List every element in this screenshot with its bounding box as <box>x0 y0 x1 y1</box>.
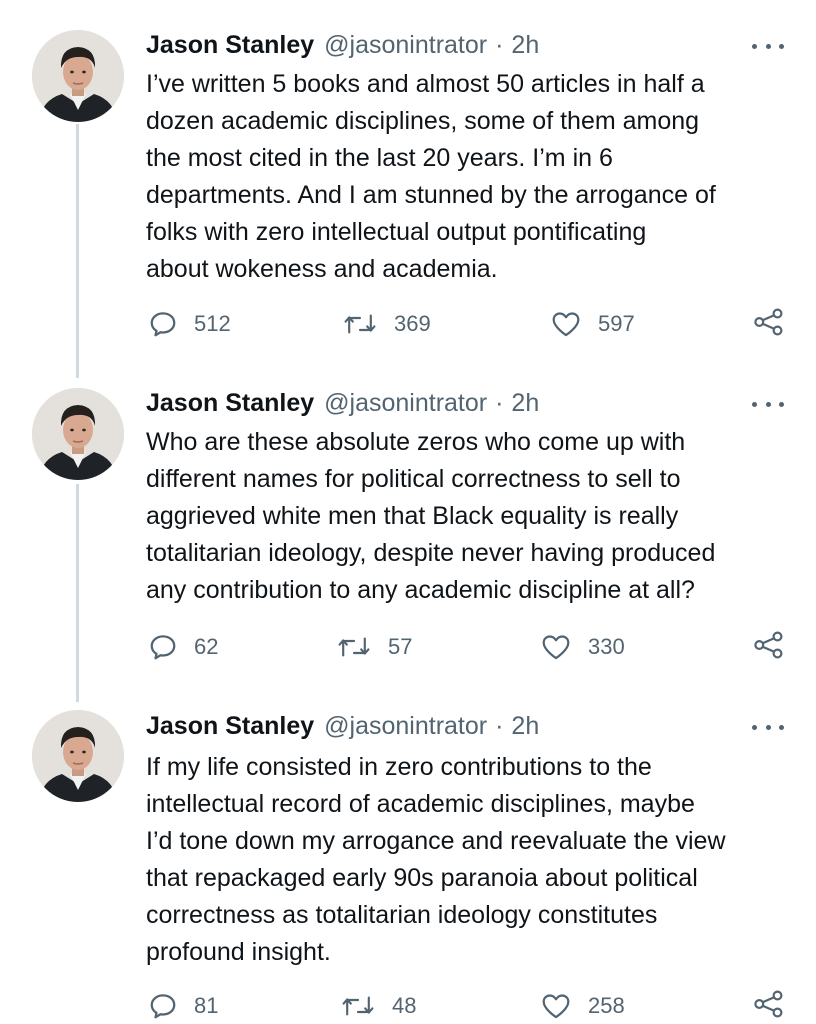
like-button[interactable]: 258 <box>540 988 625 1024</box>
tweet-actions: 512 369 597 <box>146 306 796 342</box>
avatar[interactable] <box>32 710 124 802</box>
retweet-icon <box>340 991 376 1021</box>
retweet-count: 57 <box>388 634 413 659</box>
like-button[interactable]: 597 <box>550 306 635 342</box>
thread-connector <box>76 124 79 378</box>
share-icon <box>752 307 786 342</box>
tweet-text: Who are these absolute zeros who come up… <box>146 428 716 604</box>
avatar[interactable] <box>32 388 124 480</box>
share-icon <box>752 989 786 1024</box>
author-name[interactable]: Jason Stanley <box>146 712 314 741</box>
heart-icon <box>550 309 582 339</box>
tweet-header: Jason Stanley @jasonintrator · 2h <box>146 387 539 419</box>
share-button[interactable] <box>752 306 786 342</box>
thread-connector <box>76 484 79 702</box>
avatar[interactable] <box>32 30 124 122</box>
reply-icon <box>148 991 178 1021</box>
heart-icon <box>540 632 572 662</box>
tweet-header: Jason Stanley @jasonintrator · 2h <box>146 710 539 742</box>
share-icon <box>752 630 786 665</box>
share-button[interactable] <box>752 988 786 1024</box>
like-count: 597 <box>598 311 635 336</box>
reply-button[interactable]: 62 <box>148 629 218 665</box>
retweet-count: 48 <box>392 993 417 1018</box>
heart-icon <box>540 991 572 1021</box>
like-count: 258 <box>588 993 625 1018</box>
separator: · <box>495 388 504 417</box>
retweet-button[interactable]: 57 <box>336 629 412 665</box>
retweet-button[interactable]: 48 <box>340 988 416 1024</box>
timestamp[interactable]: 2h <box>511 31 539 60</box>
more-icon[interactable] <box>752 717 784 737</box>
author-handle[interactable]: @jasonintrator <box>324 389 487 418</box>
author-handle[interactable]: @jasonintrator <box>324 31 487 60</box>
retweet-count: 369 <box>394 311 431 336</box>
more-icon[interactable] <box>752 394 784 414</box>
retweet-icon <box>342 309 378 339</box>
timestamp[interactable]: 2h <box>511 712 539 741</box>
tweet-text: I’ve written 5 books and almost 50 artic… <box>146 70 716 283</box>
reply-button[interactable]: 512 <box>148 306 231 342</box>
reply-button[interactable]: 81 <box>148 988 218 1024</box>
reply-count: 512 <box>194 311 231 336</box>
more-icon[interactable] <box>752 36 784 56</box>
reply-icon <box>148 309 178 339</box>
like-count: 330 <box>588 634 625 659</box>
author-name[interactable]: Jason Stanley <box>146 389 314 418</box>
author-handle[interactable]: @jasonintrator <box>324 712 487 741</box>
author-name[interactable]: Jason Stanley <box>146 31 314 60</box>
separator: · <box>495 30 504 59</box>
tweet-actions: 81 48 258 <box>146 988 796 1024</box>
separator: · <box>495 711 504 740</box>
reply-icon <box>148 632 178 662</box>
share-button[interactable] <box>752 629 786 665</box>
like-button[interactable]: 330 <box>540 629 625 665</box>
tweet-text: If my life consisted in zero contributio… <box>146 753 726 966</box>
reply-count: 81 <box>194 993 219 1018</box>
timestamp[interactable]: 2h <box>511 389 539 418</box>
retweet-icon <box>336 632 372 662</box>
tweet-actions: 62 57 330 <box>146 629 796 665</box>
reply-count: 62 <box>194 634 219 659</box>
tweet-header: Jason Stanley @jasonintrator · 2h <box>146 29 539 61</box>
retweet-button[interactable]: 369 <box>342 306 431 342</box>
